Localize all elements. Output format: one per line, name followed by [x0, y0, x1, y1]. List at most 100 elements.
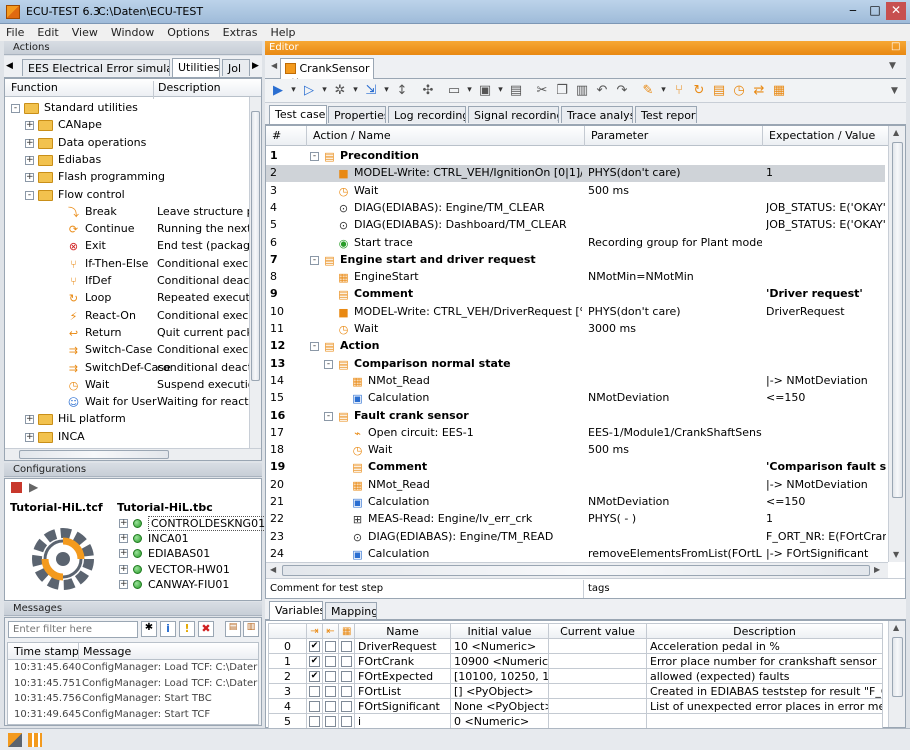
expand-toggle-icon[interactable]: -: [310, 255, 319, 265]
message-row[interactable]: 10:31:45.751 ConfigManager: Load TCF: C:\…: [8, 678, 258, 693]
variable-initial-value[interactable]: [] <PyObject>: [450, 683, 549, 699]
checkbox[interactable]: [325, 701, 336, 712]
run-dropdown-icon[interactable]: ▾: [289, 82, 298, 100]
variable-current-value[interactable]: [548, 698, 647, 714]
variable-row[interactable]: 4 FOrtSignificant None <PyObject> List of u…: [268, 698, 883, 714]
tree-item[interactable]: + Data operations: [5, 135, 249, 152]
checkbox[interactable]: [325, 716, 336, 727]
column-number[interactable]: #: [272, 129, 281, 142]
tree-item[interactable]: + Flash programming: [5, 169, 249, 186]
edit-dropdown-icon[interactable]: ▾: [659, 82, 668, 100]
tab-trace-analysis[interactable]: Trace analysis: [561, 106, 633, 123]
panel-maximize-icon[interactable]: □: [891, 41, 900, 52]
checkbox[interactable]: [309, 686, 320, 697]
variable-name[interactable]: FOrtList: [354, 683, 451, 699]
tool-item[interactable]: + INCA01: [117, 531, 261, 546]
expand-toggle-icon[interactable]: +: [25, 415, 34, 425]
variable-row[interactable]: 1 ✔ FOrtCrank 10900 <Numeric> Error place nu…: [268, 653, 883, 669]
actions-tree-vscroll[interactable]: [249, 97, 261, 448]
tab-signal-recordings[interactable]: Signal recordings: [468, 106, 559, 123]
tree-item[interactable]: + CANape: [5, 117, 249, 134]
tab-utilities[interactable]: Utilities: [172, 58, 220, 77]
expand-toggle-icon[interactable]: -: [324, 359, 333, 369]
test-step-row[interactable]: 7 - ▤ Engine start and driver request: [266, 252, 885, 269]
checkbox[interactable]: [341, 656, 352, 667]
run-icon[interactable]: ▶: [269, 82, 287, 100]
variable-current-value[interactable]: [548, 668, 647, 684]
tree-item[interactable]: ↩ Return Quit current package: [5, 325, 249, 342]
scroll-up-icon[interactable]: ▲: [893, 623, 899, 632]
test-step-row[interactable]: 17 ⌁ Open circuit: EES-1 EES-1/Module1/Cran…: [266, 425, 885, 442]
new-icon[interactable]: ▭: [445, 82, 463, 100]
save-icon[interactable]: ▣: [476, 82, 494, 100]
expand-toggle-icon[interactable]: -: [324, 411, 333, 421]
test-step-row[interactable]: 14 ▦ NMot_Read |-> NMotDeviation: [266, 373, 885, 390]
tab-scroll-right-icon[interactable]: ▶: [252, 61, 259, 71]
expand-toggle-icon[interactable]: +: [119, 579, 128, 589]
doc-tab-menu-icon[interactable]: ▼: [889, 61, 896, 71]
checkbox[interactable]: [325, 656, 336, 667]
package-icon[interactable]: ▦: [770, 82, 788, 100]
expand-toggle-icon[interactable]: +: [119, 564, 128, 574]
scroll-thumb[interactable]: [251, 111, 260, 381]
variable-initial-value[interactable]: None <PyObject>: [450, 698, 549, 714]
maximize-icon[interactable]: □: [864, 2, 886, 20]
new-dropdown-icon[interactable]: ▾: [465, 82, 474, 100]
checkbox[interactable]: ✔: [309, 671, 320, 682]
variable-initial-value[interactable]: 10 <Numeric>: [450, 638, 549, 654]
tree-item[interactable]: ↻ Loop Repeated execution of: [5, 290, 249, 307]
expand-toggle-icon[interactable]: -: [310, 342, 319, 352]
note-icon[interactable]: ▤: [710, 82, 728, 100]
tree-item[interactable]: - Flow control: [5, 187, 249, 204]
tab-test-report[interactable]: Test report: [635, 106, 697, 123]
undo-icon[interactable]: ↶: [593, 82, 611, 100]
scroll-left-icon[interactable]: ◀: [270, 565, 276, 574]
tab-properties[interactable]: Properties: [328, 106, 386, 123]
checkbox[interactable]: [341, 671, 352, 682]
checkbox[interactable]: [341, 716, 352, 727]
checkbox[interactable]: [325, 641, 336, 652]
debug-dropdown-icon[interactable]: ▾: [351, 82, 360, 100]
tab-ees[interactable]: EES Electrical Error simulation: [22, 59, 170, 76]
tab-log-recordings[interactable]: Log recordings: [388, 106, 466, 123]
tool-item[interactable]: + VECTOR-HW01: [117, 562, 261, 577]
expand-toggle-icon[interactable]: +: [25, 432, 34, 442]
cut-icon[interactable]: ✂: [533, 82, 551, 100]
column-expectation-value[interactable]: Expectation / Value: [762, 126, 875, 146]
variable-current-value[interactable]: [548, 713, 647, 729]
debug-icon[interactable]: ✲: [331, 82, 349, 100]
menu-options[interactable]: Options: [161, 24, 216, 39]
info-filter-icon[interactable]: i: [160, 621, 176, 637]
test-step-row[interactable]: 19 ▤ Comment 'Comparison fault state': [266, 459, 886, 476]
scroll-thumb[interactable]: [19, 450, 169, 459]
step-icon[interactable]: ▷: [300, 82, 318, 100]
variable-current-value[interactable]: [548, 683, 647, 699]
test-step-row[interactable]: 10 ■ MODEL-Write: CTRL_VEH/DriverRequest […: [266, 304, 885, 321]
checkbox[interactable]: ✔: [309, 641, 320, 652]
tree-item[interactable]: + Ediabas: [5, 152, 249, 169]
play-icon[interactable]: ▶: [29, 480, 38, 494]
variable-initial-value[interactable]: 0 <Numeric>: [450, 713, 549, 729]
scroll-down-icon[interactable]: ▼: [893, 550, 899, 559]
comment-for-step-label[interactable]: Comment for test step: [266, 580, 584, 600]
collapse-all-icon[interactable]: ✣: [419, 82, 437, 100]
column-parameter[interactable]: Parameter: [584, 126, 648, 146]
move-icon[interactable]: ⇲: [362, 82, 380, 100]
column-current-value[interactable]: Current value: [548, 623, 647, 639]
tree-item[interactable]: ⑂ If-Then-Else Conditional execution: [5, 256, 249, 273]
tree-item[interactable]: ◷ Wait Suspend execution fo: [5, 377, 249, 394]
tree-item[interactable]: ⟳ Continue Running the next loop: [5, 221, 249, 238]
checkbox[interactable]: [309, 716, 320, 727]
variable-row[interactable]: 0 ✔ DriverRequest 10 <Numeric> Acceleration …: [268, 638, 883, 654]
tags-label[interactable]: tags: [588, 580, 888, 600]
tree-item[interactable]: ☺ Wait for UserWaiting for reaction o: [5, 394, 249, 411]
variable-initial-value[interactable]: [10100, 10250, 10300...: [450, 668, 549, 684]
test-step-row[interactable]: 12 - ▤ Action: [266, 338, 885, 355]
scroll-right-icon[interactable]: ▶: [874, 565, 880, 574]
branch-icon[interactable]: ⑂: [670, 82, 688, 100]
tree-item[interactable]: ⑂ IfDef Conditional deactivati: [5, 273, 249, 290]
variable-row[interactable]: 5 i0 <Numeric>: [268, 713, 883, 729]
test-step-row[interactable]: 9 ▤ Comment 'Driver request': [266, 286, 885, 303]
close-icon[interactable]: ✕: [886, 2, 906, 20]
tree-item[interactable]: + INCA: [5, 429, 249, 446]
